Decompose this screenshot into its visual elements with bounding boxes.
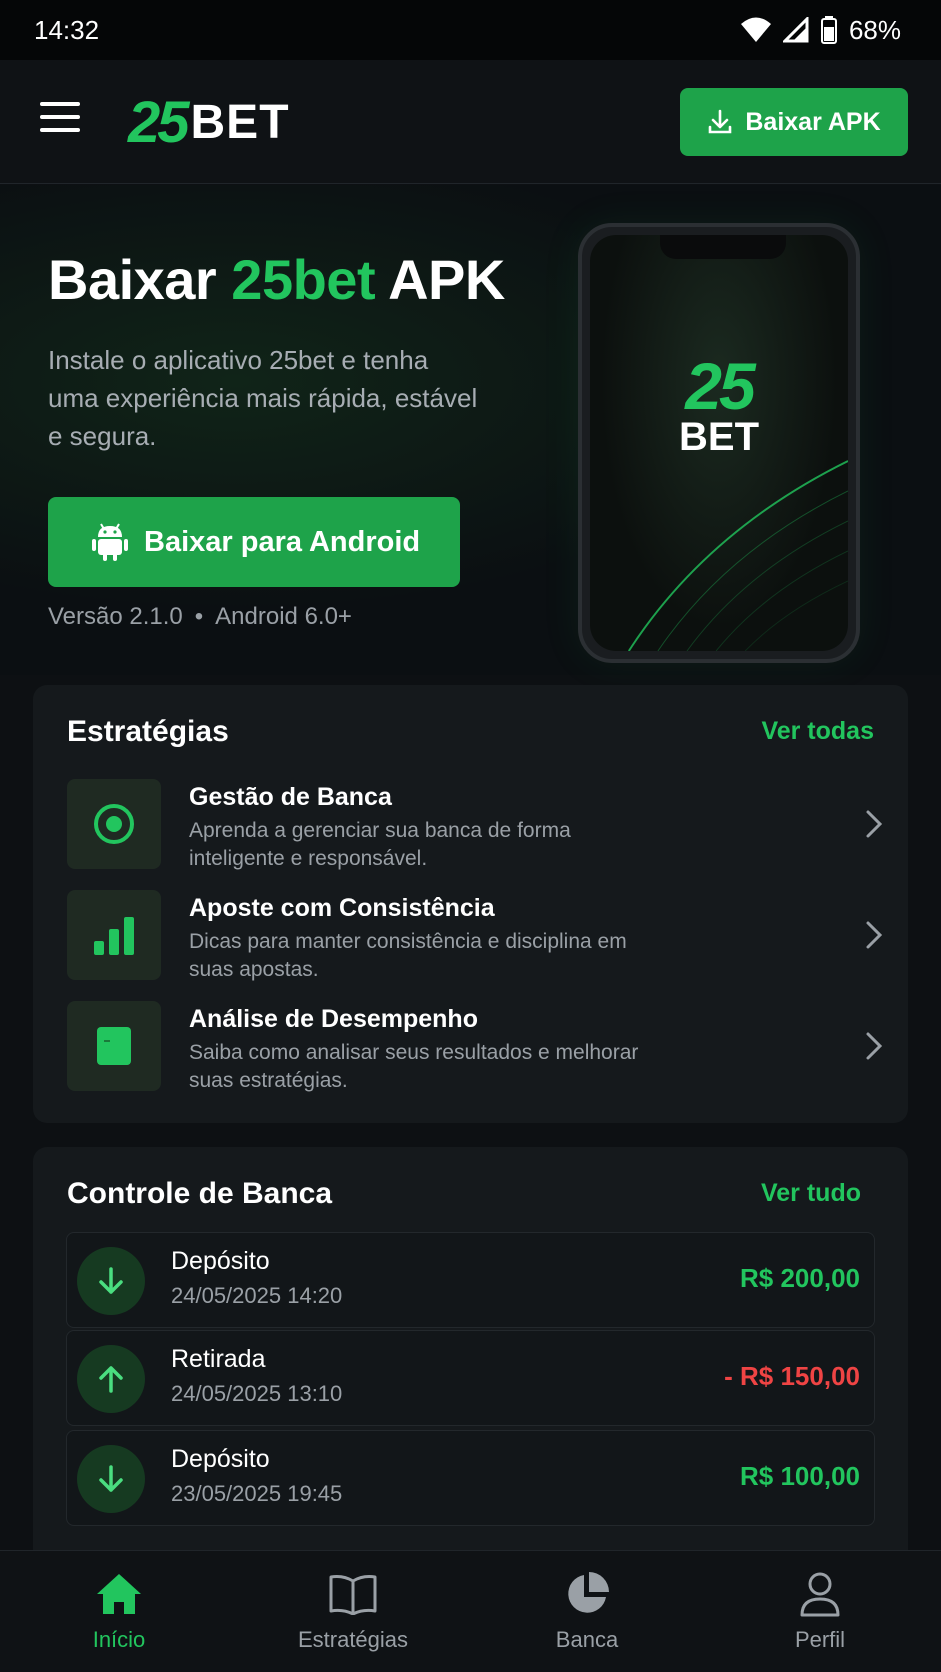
version-info: Versão 2.1.0 • Android 6.0+: [48, 603, 352, 631]
wifi-icon: [740, 17, 771, 42]
status-icons: 68%: [740, 14, 901, 46]
download-android-button[interactable]: Baixar para Android: [48, 497, 460, 587]
title-accent: 25bet: [231, 248, 376, 311]
title-part2: APK: [375, 248, 505, 311]
battery-percent: 68%: [848, 14, 901, 45]
strategy-icon-box: [67, 779, 161, 869]
transaction-date: 24/05/2025 13:10: [171, 1381, 343, 1406]
transaction-amount: R$ 100,00: [740, 1461, 860, 1491]
transaction-type: Retirada: [171, 1345, 266, 1373]
transaction-row[interactable]: Depósito 23/05/2025 19:45 R$ 100,00: [66, 1430, 875, 1526]
tx-icon-circle: [77, 1247, 145, 1315]
book-icon: [329, 1575, 377, 1615]
arrow-down-icon: [99, 1465, 123, 1492]
logo-text: BET: [190, 95, 290, 149]
strategies-title: Estratégias: [67, 715, 229, 748]
strategies-card: Estratégias Ver todas Gestão de Banca Ap…: [33, 685, 908, 1123]
android-requirement: Android 6.0+: [215, 603, 352, 630]
hero-subtitle: Instale o aplicativo 25bet e tenha uma e…: [48, 345, 478, 451]
nav-label: Estratégias: [297, 1627, 409, 1652]
transaction-type: Depósito: [171, 1445, 270, 1473]
chevron-right-icon: [866, 810, 883, 838]
see-all-strategies-link[interactable]: Ver todas: [761, 717, 874, 746]
strategy-item-performance[interactable]: Análise de Desempenho Saiba como analisa…: [67, 1001, 887, 1097]
strategy-icon-box: [67, 1001, 161, 1091]
transaction-date: 24/05/2025 14:20: [171, 1283, 343, 1308]
version-number: Versão 2.1.0: [48, 603, 183, 630]
pie-chart-icon: [568, 1572, 609, 1613]
strategy-title: Análise de Desempenho: [189, 1005, 478, 1033]
chevron-right-icon: [866, 921, 883, 949]
status-bar: 14:32 68%: [0, 0, 941, 60]
phone-logo-number: 25: [685, 349, 755, 423]
menu-line: [40, 102, 80, 106]
tx-icon-circle: [77, 1345, 145, 1413]
android-icon: [92, 523, 128, 561]
strategy-title: Gestão de Banca: [189, 783, 392, 811]
phone-notch: [660, 235, 786, 259]
user-icon: [800, 1572, 840, 1617]
transaction-type: Depósito: [171, 1247, 270, 1275]
nav-icon-wrap: [740, 1569, 900, 1619]
brand-logo[interactable]: 25 BET: [128, 90, 290, 155]
hamburger-menu-button[interactable]: [40, 102, 80, 132]
nav-item-bank[interactable]: Banca: [507, 1569, 667, 1653]
strategy-icon-box: [67, 890, 161, 980]
page-title: Baixar 25bet APK: [48, 247, 505, 312]
title-part1: Baixar: [48, 248, 232, 311]
nav-label: Perfil: [794, 1627, 846, 1652]
strategy-desc: Dicas para manter consistência e discipl…: [189, 930, 627, 981]
phone-wave-decoration: [627, 460, 848, 651]
strategy-desc: Saiba como analisar seus resultados e me…: [189, 1041, 639, 1092]
arrow-down-icon: [99, 1267, 123, 1294]
nav-label: Início: [92, 1627, 146, 1652]
signal-icon: [782, 17, 809, 43]
nav-icon-wrap: [273, 1569, 433, 1619]
transaction-row[interactable]: Retirada 24/05/2025 13:10 - R$ 150,00: [66, 1330, 875, 1426]
download-apk-button[interactable]: Baixar APK: [680, 88, 908, 156]
menu-line: [40, 115, 80, 119]
hero-section: Baixar 25bet APK Instale o aplicativo 25…: [0, 185, 941, 675]
download-android-label: Baixar para Android: [144, 525, 421, 558]
nav-item-strategies[interactable]: Estratégias: [273, 1569, 433, 1653]
version-separator: •: [194, 603, 204, 630]
status-time: 14:32: [34, 14, 100, 45]
nav-icon-wrap: [507, 1569, 667, 1619]
bank-control-card: Controle de Banca Ver tudo Depósito 24/0…: [33, 1147, 908, 1567]
download-apk-label: Baixar APK: [745, 107, 881, 136]
tx-icon-circle: [77, 1445, 145, 1513]
document-icon: [97, 1027, 131, 1065]
strategy-item-bank-management[interactable]: Gestão de Banca Aprenda a gerenciar sua …: [67, 779, 887, 875]
see-all-transactions-link[interactable]: Ver tudo: [761, 1179, 861, 1208]
target-icon: [94, 804, 134, 844]
nav-label: Banca: [555, 1627, 619, 1652]
transaction-amount: - R$ 150,00: [724, 1361, 860, 1391]
strategy-desc: Aprenda a gerenciar sua banca de forma i…: [189, 819, 571, 870]
strategy-item-consistency[interactable]: Aposte com Consistência Dicas para mante…: [67, 890, 887, 986]
transaction-row[interactable]: Depósito 24/05/2025 14:20 R$ 200,00: [66, 1232, 875, 1328]
transaction-amount: R$ 200,00: [740, 1263, 860, 1293]
phone-logo: 25 BET: [590, 353, 848, 457]
home-icon: [97, 1574, 141, 1614]
app-header: 25 BET Baixar APK: [0, 60, 941, 184]
chevron-right-icon: [866, 1032, 883, 1060]
nav-icon-wrap: [39, 1569, 199, 1619]
nav-item-profile[interactable]: Perfil: [740, 1569, 900, 1653]
transaction-date: 23/05/2025 19:45: [171, 1481, 343, 1506]
battery-icon: [820, 16, 837, 44]
download-icon: [709, 109, 732, 134]
bank-control-title: Controle de Banca: [67, 1177, 333, 1210]
phone-screen: 25 BET: [590, 235, 848, 651]
menu-line: [40, 128, 80, 132]
logo-number: 25: [128, 89, 189, 155]
nav-item-home[interactable]: Início: [39, 1569, 199, 1653]
phone-mockup: 25 BET: [578, 223, 860, 663]
strategy-title: Aposte com Consistência: [189, 894, 495, 922]
bar-chart-icon: [94, 917, 134, 955]
arrow-up-icon: [99, 1366, 123, 1393]
bottom-navigation: Início Estratégias Banca Perfil: [0, 1550, 941, 1672]
